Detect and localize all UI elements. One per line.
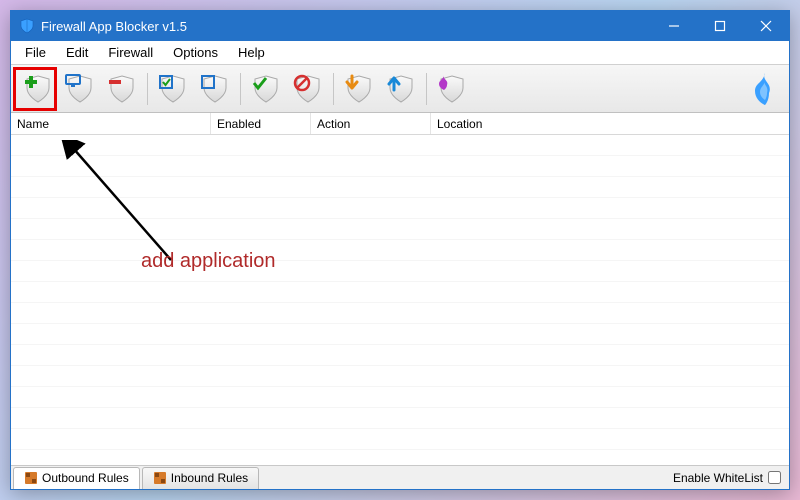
remove-button[interactable] (103, 70, 141, 108)
enable-rule-button[interactable] (154, 70, 192, 108)
annotation-arrow (61, 140, 231, 280)
toolbar-separator (240, 73, 241, 105)
annotation-label: add application (141, 250, 276, 273)
menubar: File Edit Firewall Options Help (11, 41, 789, 65)
toolbar-separator (426, 73, 427, 105)
titlebar: Firewall App Blocker v1.5 (11, 11, 789, 41)
inbound-icon (153, 471, 167, 485)
app-icon (19, 18, 35, 34)
minus-shield-icon (107, 74, 137, 104)
statusbar: Outbound Rules Inbound Rules Enable Whit… (11, 465, 789, 489)
menu-options[interactable]: Options (163, 42, 228, 63)
check-shield-icon (251, 74, 281, 104)
maximize-button[interactable] (697, 11, 743, 41)
minimize-button[interactable] (651, 11, 697, 41)
column-headers: Name Enabled Action Location (11, 113, 789, 135)
outbound-icon (24, 471, 38, 485)
arrow-up-shield-icon (386, 74, 416, 104)
toolbar-separator (333, 73, 334, 105)
whitelist-toggle[interactable]: Enable WhiteList (665, 471, 789, 485)
window-title: Firewall App Blocker v1.5 (41, 19, 651, 34)
toolbar-separator (147, 73, 148, 105)
app-logo-icon (749, 71, 781, 110)
toolbar (11, 65, 789, 113)
export-button[interactable] (382, 70, 420, 108)
column-location[interactable]: Location (431, 113, 789, 134)
menu-file[interactable]: File (15, 42, 56, 63)
whitelist-label: Enable WhiteList (673, 471, 763, 485)
menu-firewall[interactable]: Firewall (98, 42, 163, 63)
allow-button[interactable] (247, 70, 285, 108)
block-button[interactable] (289, 70, 327, 108)
rules-list[interactable]: add application (11, 135, 789, 465)
tab-outbound-label: Outbound Rules (42, 471, 129, 485)
plus-shield-icon (23, 74, 53, 104)
column-name[interactable]: Name (11, 113, 211, 134)
prohibit-shield-icon (293, 74, 323, 104)
app-window: Firewall App Blocker v1.5 File Edit Fire… (10, 10, 790, 490)
tab-inbound-label: Inbound Rules (171, 471, 248, 485)
menu-help[interactable]: Help (228, 42, 275, 63)
flame-shield-icon (437, 74, 467, 104)
menu-edit[interactable]: Edit (56, 42, 98, 63)
arrow-down-shield-icon (344, 74, 374, 104)
whitelist-checkbox[interactable] (768, 471, 781, 484)
checkbox-shield-icon (158, 74, 188, 104)
import-button[interactable] (340, 70, 378, 108)
window-controls (651, 11, 789, 41)
column-action[interactable]: Action (311, 113, 431, 134)
monitor-shield-icon (65, 74, 95, 104)
tab-inbound-rules[interactable]: Inbound Rules (142, 467, 259, 489)
firewall-button[interactable] (433, 70, 471, 108)
close-button[interactable] (743, 11, 789, 41)
tab-outbound-rules[interactable]: Outbound Rules (13, 467, 140, 489)
add-application-button[interactable] (19, 70, 57, 108)
disable-rule-button[interactable] (196, 70, 234, 108)
add-process-button[interactable] (61, 70, 99, 108)
column-enabled[interactable]: Enabled (211, 113, 311, 134)
empty-box-shield-icon (200, 74, 230, 104)
